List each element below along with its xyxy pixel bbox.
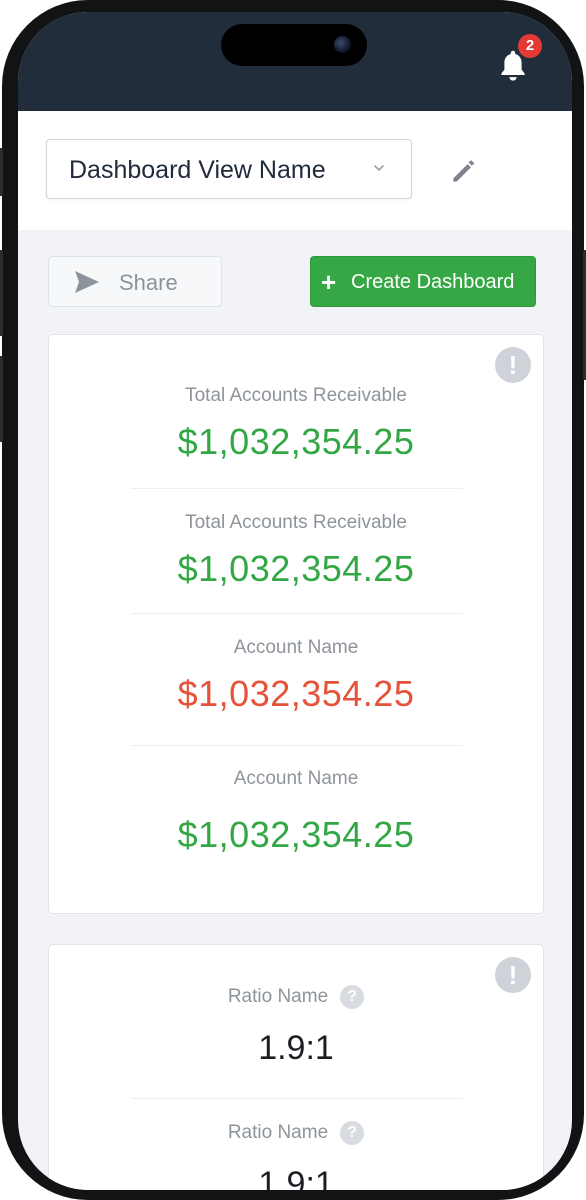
dynamic-island: [221, 24, 367, 66]
metric-value: $1,032,354.25: [177, 421, 415, 462]
side-button-volume-down: [0, 356, 3, 442]
metric-label: Account Name: [233, 768, 359, 789]
plus-icon: +: [321, 267, 337, 297]
ratio-item: Ratio Name ? 1.9:1: [49, 985, 543, 1068]
alert-icon[interactable]: !: [495, 347, 531, 383]
metric-item: Account Name $1,032,354.25: [49, 637, 543, 715]
chevron-down-icon: [374, 165, 384, 171]
side-button-mute: [0, 148, 3, 196]
phone-frame: 2 Dashboard View Name Share + Create Das…: [0, 0, 586, 1200]
camera-icon: [334, 36, 351, 53]
notification-count-badge: 2: [518, 34, 542, 58]
ratio-label: Ratio Name: [227, 1122, 329, 1143]
dashboard-view-select[interactable]: Dashboard View Name: [46, 139, 412, 199]
metric-item: Total Accounts Receivable $1,032,354.25: [49, 385, 543, 463]
dashboard-header: Dashboard View Name: [18, 111, 572, 230]
metric-label: Account Name: [233, 637, 359, 658]
divider: [131, 1098, 463, 1099]
dashboard-view-name: Dashboard View Name: [69, 156, 326, 184]
help-icon[interactable]: ?: [340, 985, 365, 1009]
metric-value: $1,032,354.25: [177, 548, 415, 589]
ratio-value: 1.9:1: [258, 1029, 334, 1067]
metric-label: Total Accounts Receivable: [185, 512, 407, 533]
ratio-item: Ratio Name ? 1.9:1: [49, 1121, 543, 1190]
send-icon: [75, 271, 99, 293]
screen: 2 Dashboard View Name Share + Create Das…: [18, 12, 572, 1190]
metric-value: $1,032,354.25: [177, 673, 415, 714]
divider: [131, 745, 463, 746]
ratios-card: ! Ratio Name ? 1.9:1 Ratio Name ? 1.9:1: [48, 944, 544, 1190]
metric-value: $1,032,354.25: [177, 814, 415, 855]
pencil-icon[interactable]: [448, 155, 480, 187]
help-icon[interactable]: ?: [340, 1121, 365, 1145]
status-bar: 2: [18, 12, 572, 111]
side-button-volume-up: [0, 250, 3, 336]
ratio-label: Ratio Name: [227, 986, 329, 1007]
divider: [131, 488, 463, 489]
create-dashboard-button[interactable]: + Create Dashboard: [310, 256, 536, 307]
share-button[interactable]: Share: [48, 256, 222, 307]
metric-label: Total Accounts Receivable: [185, 385, 407, 406]
create-dashboard-label: Create Dashboard: [351, 271, 515, 293]
ratio-value: 1.9:1: [258, 1165, 334, 1190]
metric-item: Total Accounts Receivable $1,032,354.25: [49, 512, 543, 590]
accounts-card: ! Total Accounts Receivable $1,032,354.2…: [48, 334, 544, 914]
divider: [131, 613, 463, 614]
share-label: Share: [119, 270, 178, 295]
metric-item: Account Name $1,032,354.25: [49, 768, 543, 856]
